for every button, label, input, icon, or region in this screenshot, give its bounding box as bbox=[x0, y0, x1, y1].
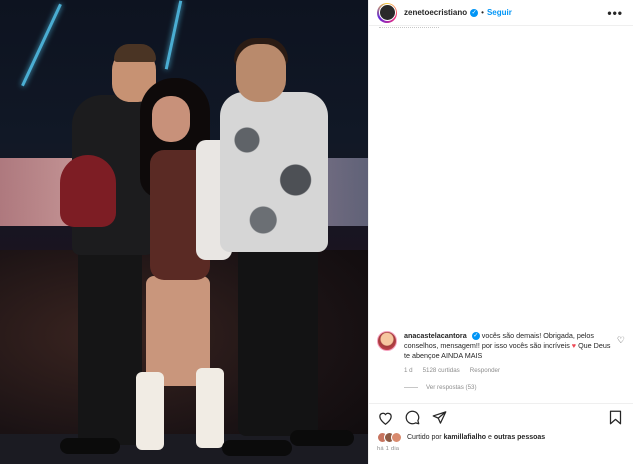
likes-user[interactable]: kamillafialho bbox=[444, 434, 486, 441]
cowboy-hat bbox=[60, 155, 116, 227]
follow-button[interactable]: Seguir bbox=[487, 8, 512, 17]
person-center-face bbox=[152, 96, 190, 142]
shoe bbox=[222, 440, 292, 456]
commenter-avatar[interactable] bbox=[377, 331, 397, 351]
verified-badge-icon: ✓ bbox=[471, 332, 480, 341]
comments-section[interactable]: anacastelacantora ✓ vocês são demais! Ob… bbox=[369, 27, 633, 403]
person-right-legs bbox=[238, 246, 318, 436]
action-bar bbox=[369, 403, 633, 431]
comment-time: 1 d bbox=[404, 367, 413, 374]
bookmark-icon[interactable] bbox=[607, 410, 623, 426]
stage-light bbox=[164, 0, 183, 70]
comment-icon[interactable] bbox=[404, 410, 420, 426]
post-header: zenetoecristiano ✓ • Seguir ••• bbox=[369, 0, 633, 26]
separator-dot: • bbox=[481, 8, 484, 17]
heart-icon[interactable] bbox=[377, 410, 393, 426]
post-photo[interactable] bbox=[0, 0, 368, 464]
view-replies-button[interactable]: Ver respostas (53) bbox=[404, 384, 477, 391]
comment-like-heart-icon[interactable]: ♡ bbox=[617, 335, 625, 346]
reply-button[interactable]: Responder bbox=[470, 366, 500, 376]
person-right bbox=[220, 92, 328, 252]
person-left-hair bbox=[114, 44, 156, 62]
shoe bbox=[60, 438, 120, 454]
heart-emoji-icon: ♥ bbox=[571, 341, 577, 350]
share-icon[interactable] bbox=[431, 410, 447, 426]
profile-avatar[interactable] bbox=[377, 2, 397, 23]
likes-others[interactable]: outras pessoas bbox=[494, 434, 545, 441]
likes-text: Curtido por kamillafialho e outras pesso… bbox=[407, 434, 545, 441]
person-left-legs bbox=[78, 245, 142, 445]
likes-suffix: e bbox=[487, 434, 492, 441]
comment-item: anacastelacantora ✓ vocês são demais! Ob… bbox=[377, 331, 625, 376]
view-replies-label: Ver respostas (53) bbox=[426, 384, 477, 391]
post-timestamp[interactable]: há 1 dia bbox=[377, 446, 399, 452]
likes-summary: Curtido por kamillafialho e outras pesso… bbox=[377, 432, 545, 443]
likes-prefix: Curtido por bbox=[407, 434, 442, 441]
scroll-fade bbox=[379, 27, 439, 30]
person-right-head bbox=[236, 44, 286, 102]
comment-body: anacastelacantora ✓ vocês são demais! Ob… bbox=[404, 331, 614, 376]
verified-badge-icon: ✓ bbox=[470, 8, 479, 17]
replies-line bbox=[404, 387, 418, 388]
post-side-panel: zenetoecristiano ✓ • Seguir ••• anacaste… bbox=[368, 0, 633, 464]
liker-avatar bbox=[391, 432, 402, 443]
comment-likes[interactable]: 5128 curtidas bbox=[423, 366, 460, 376]
shoe bbox=[290, 430, 354, 446]
commenter-username[interactable]: anacastelacantora bbox=[404, 331, 467, 340]
white-boot bbox=[136, 372, 164, 450]
comment-meta: 1 d 5128 curtidas Responder bbox=[404, 366, 614, 376]
stage-light bbox=[21, 3, 62, 87]
white-boot bbox=[196, 368, 224, 448]
post-username[interactable]: zenetoecristiano bbox=[404, 8, 467, 17]
more-icon[interactable]: ••• bbox=[607, 6, 623, 20]
